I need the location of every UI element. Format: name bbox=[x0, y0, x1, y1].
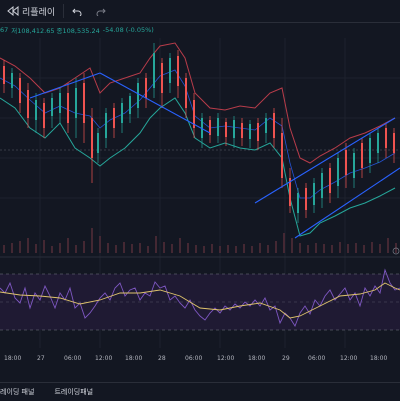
x-label: 06:00 bbox=[185, 355, 202, 362]
price-legend: 67 저108,412.65 종108,535.24 -54.08 (-0.05… bbox=[0, 23, 154, 37]
x-label: 28 bbox=[158, 355, 166, 362]
redo-button[interactable] bbox=[92, 2, 110, 20]
legend-prefix: 67 bbox=[0, 26, 9, 34]
undo-icon bbox=[72, 8, 82, 16]
x-label: 18:00 bbox=[4, 355, 21, 362]
top-toolbar: 리플레이 bbox=[0, 0, 400, 23]
x-label: 12:00 bbox=[340, 355, 357, 362]
legend-values: 저108,412.65 종108,535.24 bbox=[11, 27, 100, 35]
replay-label: 리플레이 bbox=[22, 7, 56, 18]
tab-trading-panel-2[interactable]: 트레이딩패널 bbox=[54, 387, 103, 397]
bollinger-lower bbox=[0, 97, 396, 237]
x-label: 18:00 bbox=[125, 355, 142, 362]
price-chart[interactable]: 18:00 27 06:00 12:00 18:00 28 06:00 12:0… bbox=[0, 38, 400, 382]
undo-button[interactable] bbox=[68, 2, 86, 20]
bollinger-basis bbox=[0, 69, 396, 199]
rewind-icon bbox=[4, 2, 22, 20]
x-label: 06:00 bbox=[308, 355, 325, 362]
x-label: 06:00 bbox=[64, 355, 81, 362]
bottom-panel-bar: 레이딩 패널 트레이딩패널 bbox=[0, 382, 400, 401]
toolbar-divider bbox=[63, 4, 65, 18]
candles bbox=[3, 43, 395, 223]
x-label: 12:00 bbox=[217, 355, 234, 362]
x-label: 18:00 bbox=[370, 355, 387, 362]
volume-bars bbox=[3, 228, 397, 253]
tab-trading-panel-1[interactable]: 레이딩 패널 bbox=[0, 387, 44, 397]
x-label: 12:00 bbox=[95, 355, 112, 362]
x-label: 18:00 bbox=[248, 355, 265, 362]
x-axis: 18:00 27 06:00 12:00 18:00 28 06:00 12:0… bbox=[4, 355, 387, 362]
x-label: 27 bbox=[37, 355, 45, 362]
x-label: 29 bbox=[282, 355, 290, 362]
replay-button[interactable]: 리플레이 bbox=[0, 0, 59, 22]
redo-icon bbox=[96, 8, 106, 16]
legend-change: -54.08 (-0.05%) bbox=[102, 26, 154, 34]
